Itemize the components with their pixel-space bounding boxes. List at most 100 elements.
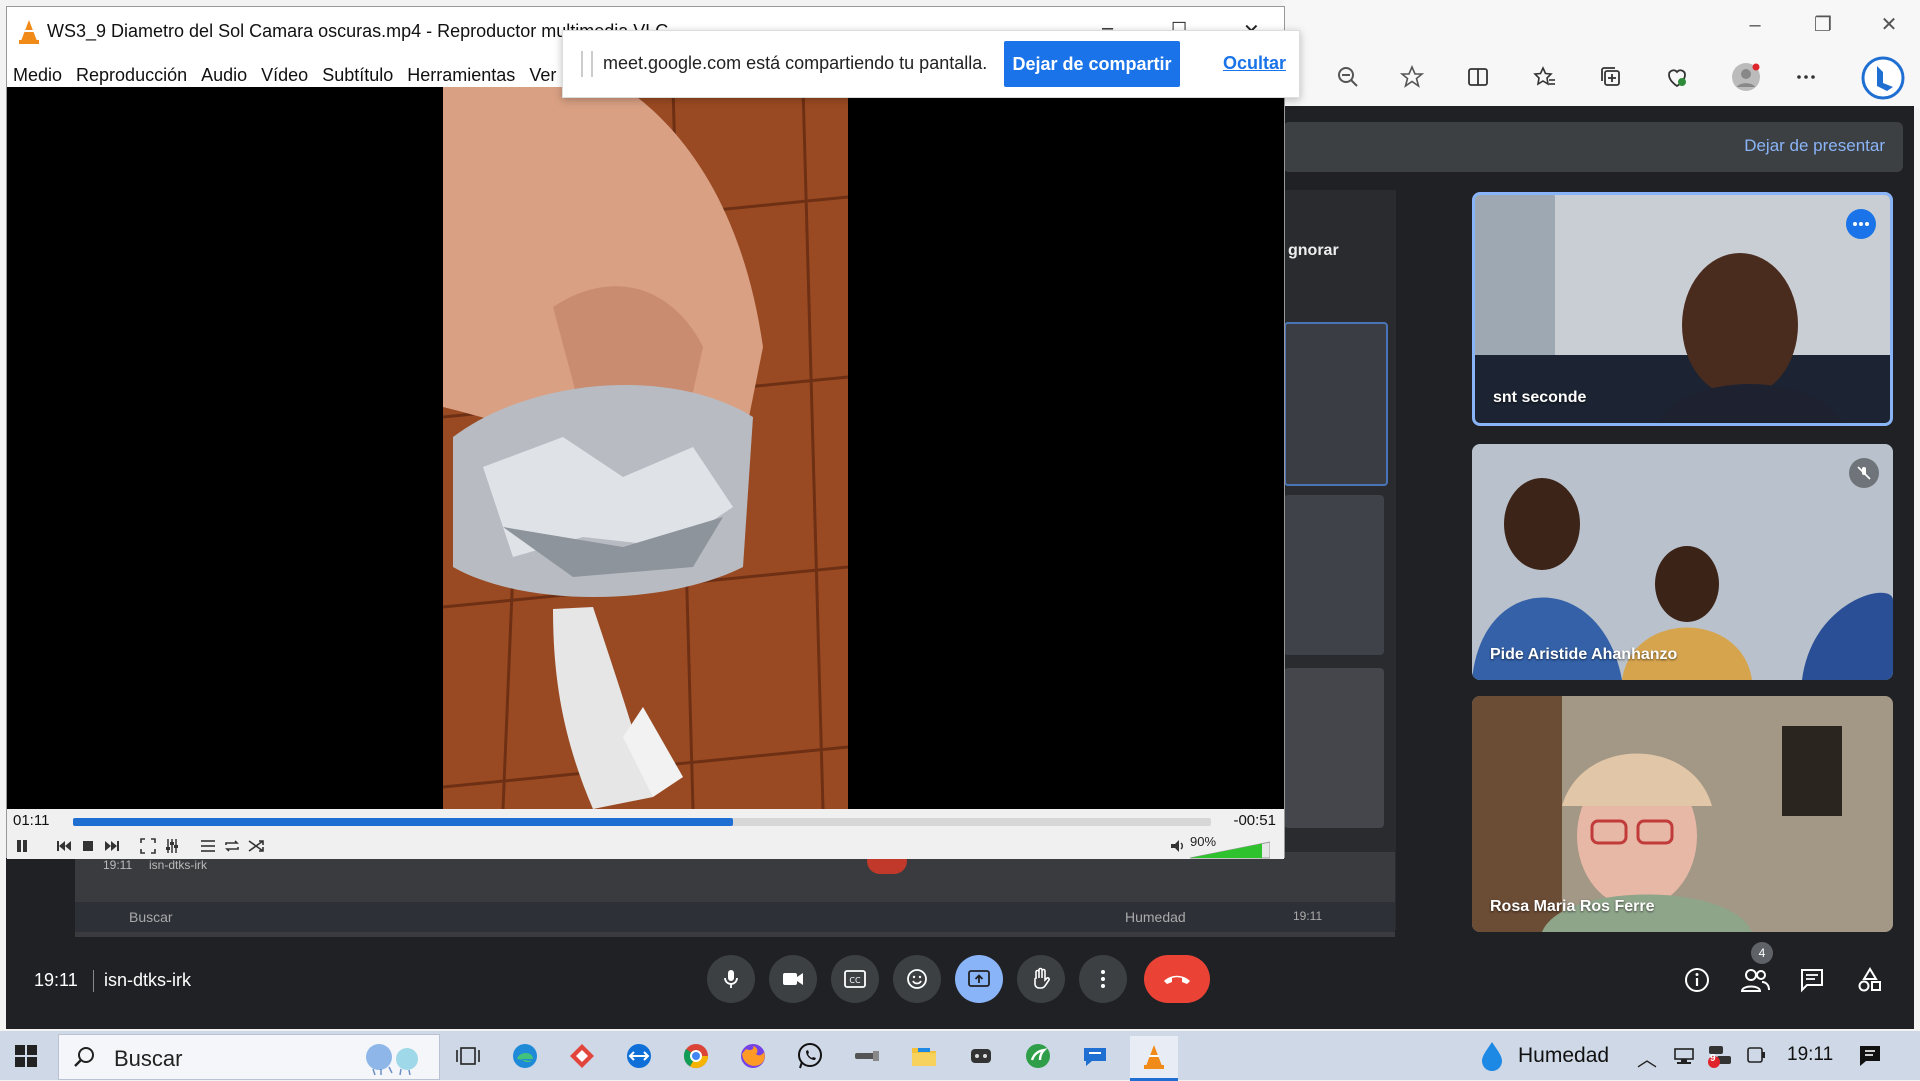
search-icon: [74, 1047, 94, 1067]
file-explorer-icon[interactable]: [902, 1036, 946, 1076]
hangup-icon: [1164, 975, 1190, 984]
captions-button[interactable]: CC: [831, 955, 879, 1003]
muted-mic-icon: [1849, 458, 1879, 488]
taskbar-clock[interactable]: 19:11: [1787, 1044, 1833, 1066]
whatsapp-app-icon[interactable]: [788, 1036, 832, 1076]
meeting-clock: 19:11: [34, 970, 78, 990]
reactions-button[interactable]: [893, 955, 941, 1003]
weather-label[interactable]: Humedad: [1518, 1044, 1609, 1068]
participant-tile-2[interactable]: Pide Aristide Ahanhanzo: [1472, 444, 1893, 680]
loop-icon[interactable]: [221, 835, 243, 857]
separator: [93, 970, 94, 992]
playback-controls: 90%: [7, 833, 1284, 859]
vlc-cone-icon: [19, 20, 39, 44]
menu-medio[interactable]: Medio: [13, 65, 62, 86]
participant-tile-3[interactable]: Rosa Maria Ros Ferre: [1472, 696, 1893, 932]
zoom-out-icon[interactable]: [1331, 60, 1365, 94]
fullscreen-icon[interactable]: [137, 835, 159, 857]
game-app-icon[interactable]: [959, 1036, 1003, 1076]
anydesk-app-icon[interactable]: [560, 1036, 604, 1076]
volume-slider[interactable]: [1190, 841, 1270, 859]
favorite-star-icon[interactable]: [1395, 60, 1429, 94]
screen-share-notification: meet.google.com está compartiendo tu pan…: [562, 30, 1300, 98]
network-icon[interactable]: [1672, 1047, 1696, 1065]
pause-icon[interactable]: [11, 835, 33, 857]
weather-drop-icon[interactable]: [1470, 1036, 1514, 1076]
seek-progress: [73, 818, 734, 826]
remaining-time[interactable]: -00:51: [1233, 812, 1276, 829]
volume-icon[interactable]: [1167, 835, 1189, 857]
participant-name: Rosa Maria Ros Ferre: [1490, 898, 1655, 915]
vertical-dots-icon: [1101, 970, 1105, 988]
people-count-badge: 4: [1751, 942, 1773, 964]
vlc-window: WS3_9 Diametro del Sol Camara oscuras.mp…: [6, 6, 1285, 859]
device-icon[interactable]: [1745, 1046, 1767, 1066]
stop-sharing-button[interactable]: Dejar de compartir: [1004, 41, 1180, 87]
tray-chevron-icon[interactable]: ︿: [1637, 1043, 1657, 1072]
hand-icon: [1034, 967, 1050, 989]
menu-herramientas[interactable]: Herramientas: [407, 65, 515, 86]
previous-icon[interactable]: [53, 835, 75, 857]
people-icon[interactable]: [1737, 962, 1773, 998]
firefox-app-icon[interactable]: [731, 1036, 775, 1076]
participant-name: Pide Aristide Ahanhanzo: [1490, 646, 1678, 663]
hide-notice-link[interactable]: Ocultar: [1223, 53, 1286, 74]
activities-icon[interactable]: [1852, 962, 1888, 998]
browser-essentials-icon[interactable]: [1660, 60, 1694, 94]
seek-slider[interactable]: [73, 818, 1211, 826]
task-view-icon[interactable]: [446, 1036, 490, 1076]
leave-call-button[interactable]: [1144, 955, 1210, 1003]
profile-avatar-icon[interactable]: [1729, 60, 1763, 94]
split-screen-icon[interactable]: [1461, 60, 1495, 94]
collections-icon[interactable]: [1594, 60, 1628, 94]
minimize-icon[interactable]: –: [1739, 12, 1771, 38]
nested-meeting-code: isn-dtks-irk: [149, 858, 208, 872]
stop-icon[interactable]: [77, 835, 99, 857]
present-screen-button[interactable]: [955, 955, 1003, 1003]
more-options-icon[interactable]: [1846, 209, 1876, 239]
vlc-app-icon[interactable]: [1130, 1036, 1178, 1081]
taskbar-search[interactable]: Buscar: [58, 1034, 440, 1080]
seek-bar-row: 01:11 -00:51: [7, 809, 1284, 833]
stop-presenting-button[interactable]: Dejar de presentar: [1744, 136, 1885, 156]
next-icon[interactable]: [101, 835, 123, 857]
menu-video[interactable]: Vídeo: [261, 65, 308, 86]
meeting-details-icon[interactable]: [1679, 962, 1715, 998]
notification-badge-icon[interactable]: 9: [1707, 1044, 1733, 1068]
tool-app-icon[interactable]: [845, 1036, 889, 1076]
menu-reproduccion[interactable]: Reproducción: [76, 65, 187, 86]
microphone-button[interactable]: [707, 955, 755, 1003]
menu-ver[interactable]: Ver: [529, 65, 556, 86]
teamviewer-app-icon[interactable]: [617, 1036, 661, 1076]
nested-taskbar-clock: 19:11: [1293, 909, 1323, 923]
video-area[interactable]: [7, 87, 1284, 809]
edge-app-icon[interactable]: [503, 1036, 547, 1076]
notification-count: 9: [1710, 1053, 1716, 1064]
more-options-icon[interactable]: [1789, 60, 1823, 94]
captions-icon: CC: [844, 970, 866, 988]
drag-handle-icon[interactable]: [581, 51, 593, 77]
extended-settings-icon[interactable]: [161, 835, 183, 857]
favorites-icon[interactable]: [1528, 60, 1562, 94]
chat-icon[interactable]: [1794, 962, 1830, 998]
chat-app-icon[interactable]: [1073, 1036, 1117, 1076]
chrome-app-icon[interactable]: [674, 1036, 718, 1076]
playlist-icon[interactable]: [197, 835, 219, 857]
close-icon[interactable]: ✕: [1873, 12, 1905, 38]
green-app-icon[interactable]: [1016, 1036, 1060, 1076]
windows-start-icon[interactable]: [4, 1036, 48, 1076]
menu-audio[interactable]: Audio: [201, 65, 247, 86]
shuffle-icon[interactable]: [245, 835, 267, 857]
search-placeholder: Buscar: [114, 1046, 183, 1071]
restore-icon[interactable]: ❐: [1807, 12, 1839, 38]
bing-copilot-icon[interactable]: [1859, 54, 1907, 102]
participant-tile-1[interactable]: snt seconde: [1472, 192, 1893, 426]
more-options-button[interactable]: [1079, 955, 1127, 1003]
raise-hand-button[interactable]: [1017, 955, 1065, 1003]
presenting-banner: Dejar de presentar: [1283, 122, 1903, 172]
camera-button[interactable]: [769, 955, 817, 1003]
menu-subtitulo[interactable]: Subtítulo: [322, 65, 393, 86]
action-center-icon[interactable]: [1857, 1043, 1883, 1069]
share-notice-text: meet.google.com está compartiendo tu pan…: [603, 53, 988, 73]
meeting-code: isn-dtks-irk: [104, 970, 192, 990]
